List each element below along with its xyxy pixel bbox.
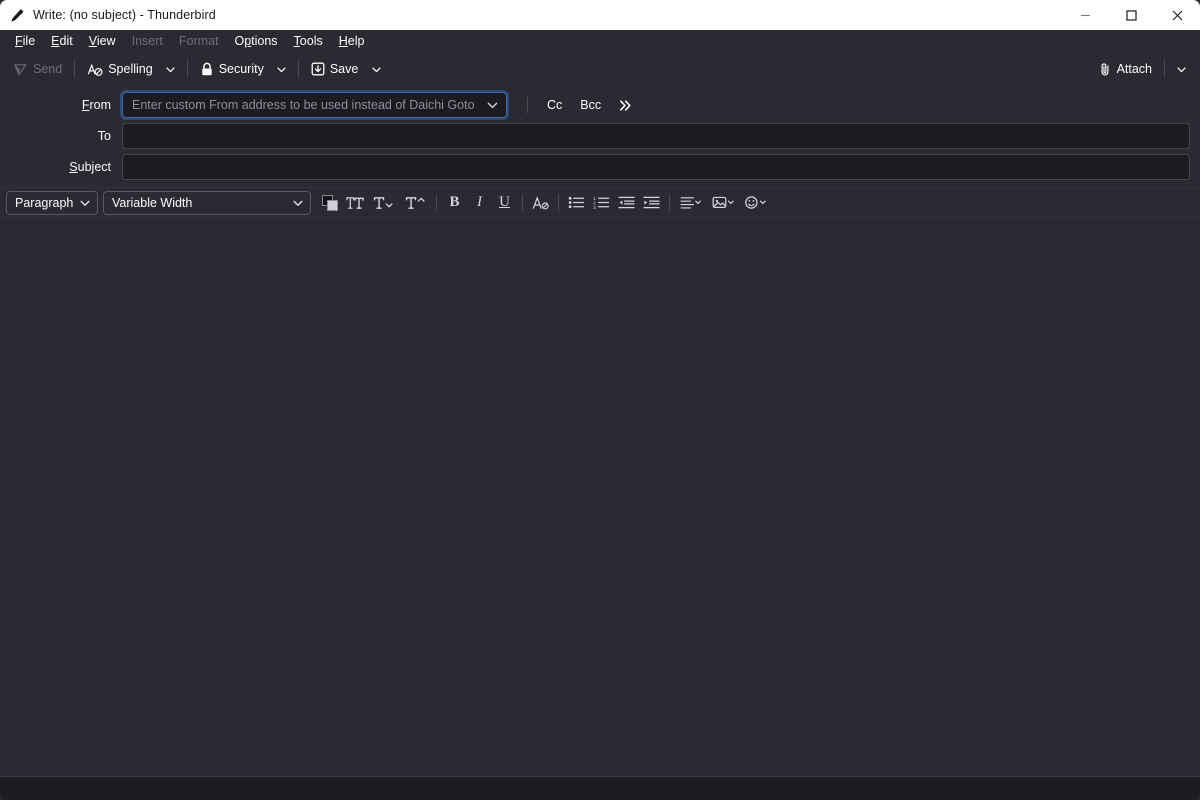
from-placeholder-text: Enter custom From address to be used ins… (132, 98, 475, 112)
security-dropdown-button[interactable] (271, 56, 293, 82)
font-size-icon[interactable] (342, 191, 367, 215)
message-body-editor[interactable] (0, 217, 1200, 776)
window-title: Write: (no subject) - Thunderbird (33, 8, 216, 22)
maximize-button[interactable] (1108, 0, 1154, 30)
lock-icon (200, 62, 214, 77)
send-icon (13, 62, 28, 77)
from-label: From (81, 98, 111, 112)
spelling-dropdown-button[interactable] (160, 56, 182, 82)
to-label: To (97, 129, 111, 143)
menu-format: Format (178, 34, 219, 48)
format-separator-4 (669, 194, 670, 211)
chevron-down-icon (292, 197, 304, 209)
pencil-icon (10, 8, 25, 23)
compose-headers: From Enter custom From address to be use… (0, 86, 1200, 187)
bold-icon[interactable]: B (442, 191, 467, 215)
menu-edit[interactable]: Edit (43, 31, 81, 51)
format-separator-1 (436, 194, 437, 211)
recipient-toggles: Cc Bcc (517, 94, 641, 116)
security-label: Security (218, 62, 264, 76)
attach-button[interactable]: Attach (1091, 56, 1159, 82)
menu-help[interactable]: Help (331, 31, 373, 51)
recipient-separator (527, 97, 528, 113)
from-row: From Enter custom From address to be use… (0, 90, 1190, 120)
spelling-label: Spelling (108, 62, 153, 76)
toolbar-separator-3 (297, 60, 299, 78)
window-controls (1062, 0, 1200, 30)
attach-dropdown-button[interactable] (1170, 56, 1192, 82)
menu-insert: Insert (131, 34, 163, 48)
text-color-swatch[interactable] (317, 191, 342, 215)
status-bar (0, 776, 1200, 800)
save-icon (311, 62, 325, 76)
decrease-indent-icon[interactable] (614, 191, 639, 215)
decrease-size-icon[interactable] (367, 191, 399, 215)
save-dropdown-button[interactable] (365, 56, 387, 82)
menu-options[interactable]: Options (226, 31, 285, 51)
align-icon[interactable] (675, 191, 707, 215)
numbered-list-icon[interactable]: 1 2 3 (589, 191, 614, 215)
cc-button[interactable]: Cc (538, 94, 571, 116)
bulleted-list-icon[interactable] (564, 191, 589, 215)
send-button[interactable]: Send (6, 56, 69, 82)
underline-icon[interactable]: U (492, 191, 517, 215)
formatting-toolbar: Paragraph Variable Width B I U 1 2 3 (0, 187, 1200, 217)
font-family-value: Variable Width (112, 195, 193, 210)
format-separator-3 (558, 194, 559, 211)
minimize-button[interactable] (1062, 0, 1108, 30)
paperclip-icon (1098, 62, 1112, 77)
format-separator-2 (522, 194, 523, 211)
remove-formatting-icon[interactable] (528, 191, 553, 215)
insert-image-icon[interactable] (707, 191, 739, 215)
double-chevron-right-icon (620, 99, 631, 111)
emoji-icon[interactable] (739, 191, 771, 215)
menu-view[interactable]: View (81, 31, 124, 51)
attach-label: Attach (1116, 62, 1152, 76)
save-label: Save (329, 62, 359, 76)
spelling-icon (87, 62, 103, 77)
menu-file[interactable]: File (7, 31, 43, 51)
to-input[interactable] (122, 123, 1190, 149)
save-button[interactable]: Save (304, 56, 366, 82)
show-more-recipients-button[interactable] (610, 95, 641, 116)
bcc-button[interactable]: Bcc (571, 94, 610, 116)
main-toolbar: Send Spelling Security Save Attach (0, 52, 1200, 86)
font-family-select[interactable]: Variable Width (103, 190, 311, 215)
svg-text:3: 3 (593, 205, 596, 210)
increase-size-icon[interactable] (399, 191, 431, 215)
paragraph-style-select[interactable]: Paragraph (6, 190, 98, 215)
send-label: Send (33, 62, 63, 76)
subject-input[interactable] (122, 154, 1190, 180)
chevron-down-icon (79, 197, 91, 209)
toolbar-separator-1 (74, 60, 76, 78)
increase-indent-icon[interactable] (639, 191, 664, 215)
title-bar-left: Write: (no subject) - Thunderbird (0, 8, 216, 23)
title-bar: Write: (no subject) - Thunderbird (0, 0, 1200, 30)
compose-window: Write: (no subject) - Thunderbird File E… (0, 0, 1200, 800)
chevron-down-icon (486, 99, 499, 112)
from-identity-select[interactable]: Enter custom From address to be used ins… (120, 90, 509, 120)
menu-tools[interactable]: Tools (286, 31, 331, 51)
security-button[interactable]: Security (193, 56, 271, 82)
spelling-button[interactable]: Spelling (80, 56, 159, 82)
paragraph-style-value: Paragraph (15, 195, 74, 210)
subject-label: Subject (69, 160, 111, 174)
menu-bar: File Edit View Insert Format Options Too… (0, 30, 1200, 52)
to-row: To (0, 123, 1190, 149)
toolbar-separator-4 (1164, 60, 1165, 78)
close-button[interactable] (1154, 0, 1200, 30)
italic-icon[interactable]: I (467, 191, 492, 215)
subject-row: Subject (0, 154, 1190, 180)
toolbar-separator-2 (186, 60, 188, 78)
